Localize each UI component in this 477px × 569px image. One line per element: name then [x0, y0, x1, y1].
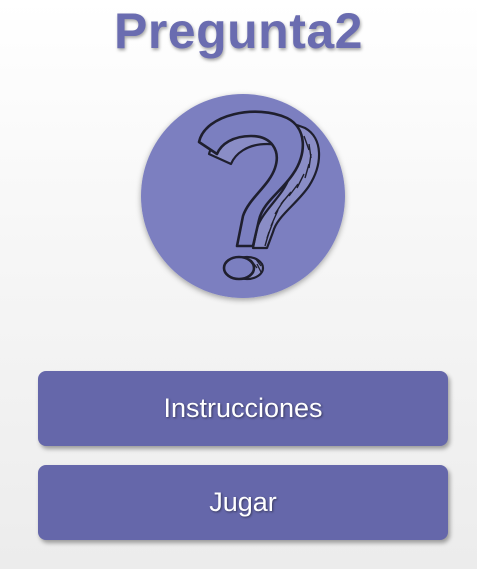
- app-title: Pregunta2: [113, 3, 363, 59]
- instrucciones-button[interactable]: Instrucciones: [38, 371, 448, 446]
- jugar-button[interactable]: Jugar: [38, 465, 448, 540]
- question-mark-icon: [141, 94, 345, 298]
- logo: [139, 92, 347, 300]
- app-screen: Pregunta2 Instrucciones Jugar: [0, 0, 477, 569]
